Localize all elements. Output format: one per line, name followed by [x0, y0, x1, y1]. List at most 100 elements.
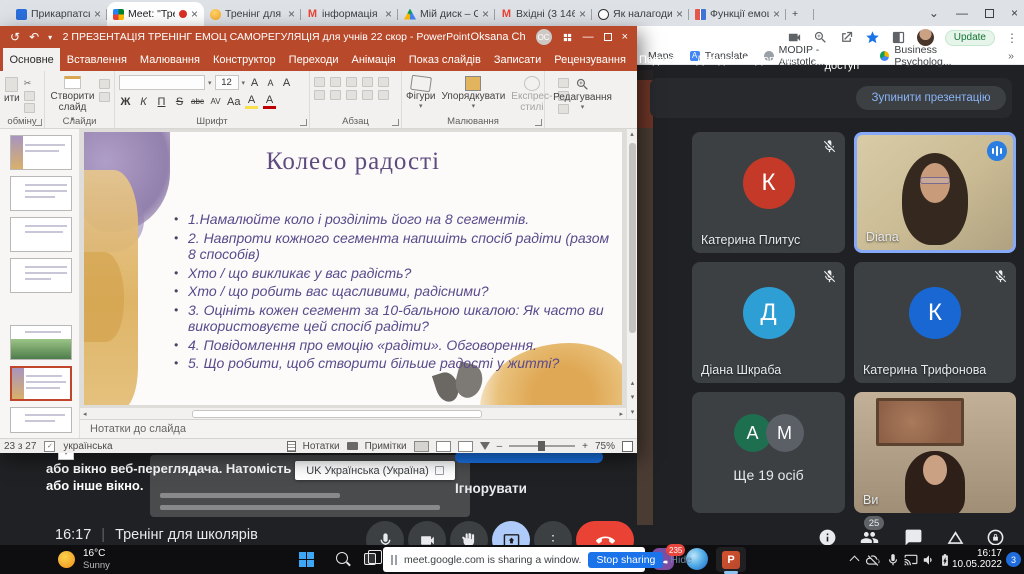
align-right-icon[interactable]: [346, 90, 357, 100]
editing-button[interactable]: Редагування: [553, 92, 612, 103]
bold-button[interactable]: Ж: [119, 96, 132, 108]
scrollbar-thumb[interactable]: [192, 410, 482, 418]
share-icon[interactable]: [839, 30, 854, 45]
slide-thumbnail[interactable]: [10, 258, 72, 293]
powerpoint-taskbar-icon[interactable]: P: [716, 547, 746, 572]
character-spacing-icon[interactable]: AV: [209, 97, 222, 106]
tray-overflow-icon[interactable]: [850, 556, 860, 566]
align-left-icon[interactable]: [314, 90, 325, 100]
bullets-icon[interactable]: [314, 77, 325, 87]
ignore-button[interactable]: Ігнорувати: [455, 481, 527, 496]
tell-me-label[interactable]: Допомог: [755, 54, 798, 66]
line-spacing-icon[interactable]: [378, 77, 389, 87]
close-icon[interactable]: ×: [94, 8, 101, 20]
font-name-input[interactable]: [119, 75, 205, 90]
maximize-icon[interactable]: [985, 9, 994, 18]
ribbon-tab-help[interactable]: Довідка: [690, 48, 743, 71]
comments-toggle[interactable]: Примітки: [365, 441, 407, 452]
tab-gmail-info[interactable]: інформація по Б ×: [301, 2, 398, 26]
arrange-button[interactable]: Упорядкувати: [442, 91, 506, 102]
start-button[interactable]: [299, 552, 314, 567]
close-icon[interactable]: ×: [482, 8, 489, 20]
zoom-out-icon[interactable]: –: [497, 441, 503, 452]
close-icon[interactable]: ×: [676, 8, 683, 20]
highlight-color-button[interactable]: A: [245, 94, 258, 109]
clock-time[interactable]: 16:17: [950, 548, 1002, 559]
slide-bullet[interactable]: 2. Навпроти кожного сегмента напишіть сп…: [172, 230, 612, 263]
close-icon[interactable]: ×: [288, 8, 295, 20]
dialog-launcher-icon[interactable]: [35, 119, 42, 126]
ribbon-tab-slideshow[interactable]: Показ слайдів: [402, 48, 487, 71]
shrink-font-icon[interactable]: A: [264, 78, 277, 88]
cut-icon[interactable]: ✂: [24, 78, 35, 89]
font-color-button[interactable]: А: [263, 94, 276, 109]
ribbon-tab-record[interactable]: Записати: [487, 48, 547, 71]
account-avatar[interactable]: OC: [536, 29, 552, 45]
notes-pane[interactable]: Нотатки до слайда: [80, 419, 637, 438]
menu-icon[interactable]: ⋮: [1006, 31, 1018, 45]
shapes-button[interactable]: Фігури: [406, 91, 436, 102]
zoom-slider-thumb[interactable]: [538, 441, 545, 451]
slide-sorter-view-button[interactable]: [436, 441, 451, 452]
slide-thumbnail[interactable]: [10, 176, 72, 211]
close-icon[interactable]: ×: [385, 8, 392, 20]
slide-bullet[interactable]: 4. Повідомлення про емоцію «радіти». Обг…: [172, 337, 612, 354]
autosave-icon[interactable]: ↺: [10, 30, 20, 44]
new-tab-button[interactable]: +: [786, 2, 814, 26]
camera-in-use-icon[interactable]: [787, 30, 802, 45]
next-slide-icon[interactable]: ▾: [627, 391, 638, 404]
slide-title[interactable]: Колесо радості: [84, 148, 622, 176]
scroll-right-icon[interactable]: ▸: [619, 410, 626, 418]
tab-inbox[interactable]: Вхідні (3 146) - о ×: [495, 2, 592, 26]
slideshow-button[interactable]: [480, 442, 490, 450]
customize-qat-icon[interactable]: ▾: [48, 33, 52, 42]
volume-icon[interactable]: [922, 553, 936, 567]
scroll-left-icon[interactable]: ◂: [80, 410, 87, 418]
tab-search-icon[interactable]: ⌄: [929, 6, 939, 20]
dialog-launcher-icon[interactable]: [392, 119, 399, 126]
normal-view-button[interactable]: [414, 441, 429, 452]
close-icon[interactable]: ×: [579, 8, 586, 20]
scroll-up-icon[interactable]: ▴: [627, 129, 637, 141]
text-direction-icon[interactable]: [378, 90, 389, 100]
stop-sharing-button[interactable]: Stop sharing: [588, 552, 663, 568]
format-painter-icon[interactable]: [24, 103, 35, 113]
share-button[interactable]: Спільний доступ: [825, 48, 880, 72]
ribbon-display-options-icon[interactable]: [562, 32, 573, 43]
overflow-participants-tile[interactable]: A M Ще 19 осіб: [692, 392, 845, 513]
participant-tile[interactable]: Д Діана Шкраба: [692, 262, 845, 383]
new-slide-button[interactable]: Створити слайд: [49, 91, 96, 113]
language-status[interactable]: українська: [63, 441, 112, 452]
onedrive-paused-icon[interactable]: [866, 553, 880, 567]
scroll-down-icon[interactable]: ▾: [627, 406, 638, 419]
zoom-in-icon[interactable]: +: [582, 441, 588, 452]
numbering-icon[interactable]: [330, 77, 341, 87]
dialog-launcher-icon[interactable]: [300, 119, 307, 126]
change-case-icon[interactable]: Aa: [227, 96, 240, 108]
participant-tile-active-speaker[interactable]: Diana: [854, 132, 1016, 253]
paste-icon[interactable]: [5, 77, 18, 92]
grow-font-icon[interactable]: A: [248, 77, 261, 89]
copy-icon[interactable]: [24, 91, 35, 101]
side-panel-icon[interactable]: [891, 30, 906, 45]
paste-button[interactable]: ити: [4, 93, 20, 104]
notes-toggle[interactable]: Нотатки: [303, 441, 340, 452]
input-language-chip[interactable]: UK Українська (Україна): [295, 461, 455, 480]
small-strike-icon[interactable]: abc: [191, 97, 204, 106]
decrease-indent-icon[interactable]: [346, 77, 357, 87]
tab-emotions[interactable]: Функції емоцій ×: [689, 2, 786, 26]
ribbon-tab-view[interactable]: Подання: [632, 48, 689, 71]
weather-temperature[interactable]: 16°C: [83, 548, 105, 559]
strikethrough-button[interactable]: S: [173, 96, 186, 108]
minimize-icon[interactable]: —: [956, 6, 968, 20]
slide-bullet[interactable]: Хто / що викликає у вас радість?: [172, 265, 612, 282]
columns-icon[interactable]: [362, 90, 373, 100]
ribbon-tab-design[interactable]: Конструктор: [206, 48, 282, 71]
fit-to-window-icon[interactable]: [622, 441, 633, 452]
increase-indent-icon[interactable]: [362, 77, 373, 87]
restore-icon[interactable]: [604, 33, 612, 41]
bookmark-business-psychology[interactable]: Business Psycholog...: [880, 44, 992, 68]
participant-tile[interactable]: К Катерина Трифонова: [854, 262, 1016, 383]
weather-condition[interactable]: Sunny: [83, 560, 110, 571]
align-center-icon[interactable]: [330, 90, 341, 100]
